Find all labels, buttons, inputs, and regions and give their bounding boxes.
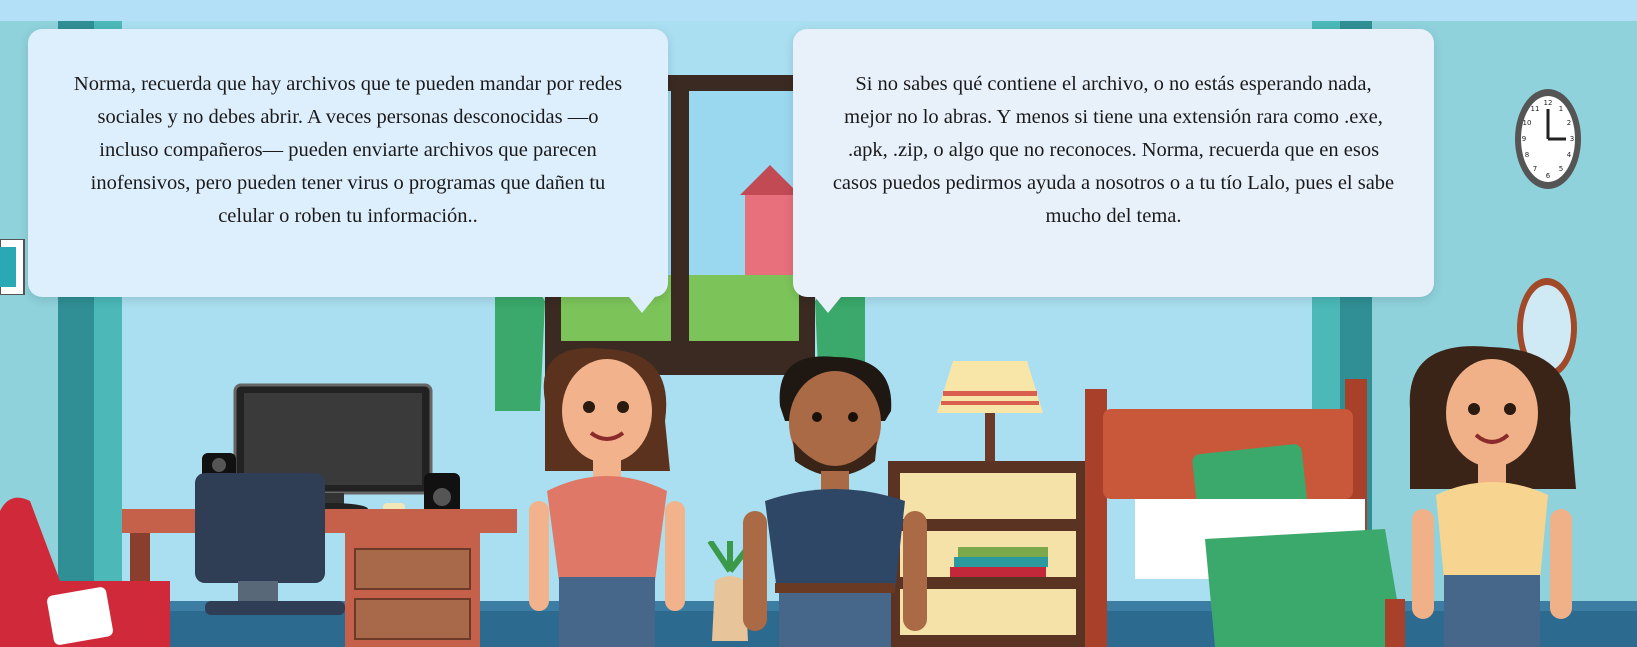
speech-bubble-left-tail <box>629 297 655 313</box>
clock-number-9: 9 <box>1522 135 1526 143</box>
clock-number-12: 12 <box>1544 99 1553 107</box>
clock-number-1: 1 <box>1559 105 1563 113</box>
speech-bubble-left: Norma, recuerda que hay archivos que te … <box>28 29 668 313</box>
character-father <box>743 356 927 647</box>
clock-number-8: 8 <box>1525 151 1529 159</box>
bed <box>1085 379 1405 647</box>
picture-frame <box>0 239 25 295</box>
clock-number-10: 10 <box>1523 119 1532 127</box>
character-norma <box>1409 346 1576 647</box>
bedroom-scene: 12 1 2 3 4 5 6 7 8 9 10 11 Norma, recuer… <box>0 21 1637 647</box>
clock-number-4: 4 <box>1567 151 1572 159</box>
clock-number-3: 3 <box>1570 135 1574 143</box>
clock-number-6: 6 <box>1546 172 1551 180</box>
clock-number-7: 7 <box>1533 165 1537 173</box>
speech-bubble-right-tail <box>815 297 841 313</box>
speech-bubble-right: Si no sabes qué contiene el archivo, o n… <box>793 29 1434 313</box>
wall-clock: 12 1 2 3 4 5 6 7 8 9 10 11 <box>1515 89 1581 189</box>
clock-number-5: 5 <box>1559 165 1563 173</box>
speech-text-right: Si no sabes qué contiene el archivo, o n… <box>832 72 1395 227</box>
red-sofa <box>0 497 170 647</box>
clock-number-11: 11 <box>1531 105 1540 113</box>
speech-text-left: Norma, recuerda que hay archivos que te … <box>73 72 623 227</box>
character-mother <box>529 348 685 647</box>
clock-number-2: 2 <box>1567 119 1571 127</box>
